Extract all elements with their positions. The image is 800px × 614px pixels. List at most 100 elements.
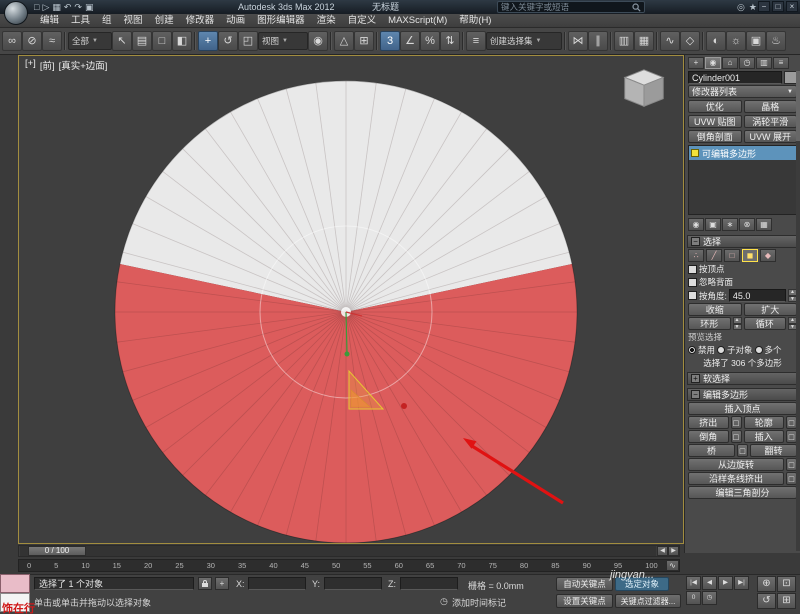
- select-and-scale-icon[interactable]: ◰: [238, 31, 258, 51]
- time-slider[interactable]: 0 / 100 ◀ ▶: [18, 545, 680, 557]
- modifier-set-button-0[interactable]: 优化: [688, 100, 742, 113]
- viewport-canvas[interactable]: [19, 56, 683, 543]
- add-time-tag[interactable]: 添加时间标记: [452, 596, 506, 609]
- open-file-icon[interactable]: ▷: [42, 1, 49, 13]
- current-frame-field[interactable]: 0: [686, 591, 701, 605]
- percent-snap-icon[interactable]: %: [420, 31, 440, 51]
- layer-manager-icon[interactable]: ▥: [614, 31, 634, 51]
- menu-item-10[interactable]: MAXScript(M): [382, 14, 453, 27]
- by-vertex-checkbox[interactable]: [688, 265, 697, 274]
- set-key-button[interactable]: 设置关键点: [556, 594, 613, 608]
- border-mode-icon[interactable]: □: [724, 249, 740, 262]
- select-object-icon[interactable]: ↖: [112, 31, 132, 51]
- time-tag-icon[interactable]: ◷: [440, 596, 448, 607]
- menu-item-3[interactable]: 视图: [118, 14, 149, 27]
- go-to-end-button[interactable]: ▶|: [734, 576, 749, 590]
- modifier-set-button-5[interactable]: UVW 展开: [744, 130, 798, 143]
- track-bar[interactable]: 0510152025303540455055606570758085909510…: [18, 559, 680, 572]
- viewport-menu-plus[interactable]: [+]: [25, 58, 36, 72]
- named-selection-set-dropdown[interactable]: 创建选择集▼: [486, 32, 562, 50]
- edit-poly-0-0-button[interactable]: 挤出: [688, 416, 729, 429]
- select-and-move-icon[interactable]: +: [198, 31, 218, 51]
- tab-display[interactable]: ▥: [756, 57, 772, 69]
- edit-poly-wide-1-button[interactable]: 沿样条线挤出: [688, 472, 784, 485]
- preview-radio-1[interactable]: [717, 346, 725, 354]
- minimize-button[interactable]: −: [758, 1, 770, 12]
- edit-poly-2-1-button[interactable]: 翻转: [750, 444, 797, 457]
- menu-item-2[interactable]: 组: [96, 14, 118, 27]
- auto-key-button[interactable]: 自动关键点: [556, 577, 613, 591]
- maximize-viewport-icon[interactable]: ⊞: [777, 593, 796, 609]
- tab-utilities[interactable]: ≡: [773, 57, 789, 69]
- element-mode-icon[interactable]: ◆: [760, 249, 776, 262]
- bind-to-space-warp-icon[interactable]: ≈: [42, 31, 62, 51]
- mirror-icon[interactable]: ⋈: [568, 31, 588, 51]
- rectangular-selection-region-icon[interactable]: □: [152, 31, 172, 51]
- orbit-icon[interactable]: ↺: [757, 593, 776, 609]
- menu-item-1[interactable]: 工具: [65, 14, 96, 27]
- by-angle-checkbox[interactable]: [688, 291, 697, 300]
- modifier-set-button-4[interactable]: 倒角剖面: [688, 130, 742, 143]
- communication-center-icon[interactable]: ◎: [737, 1, 745, 13]
- rollout-selection[interactable]: −选择: [687, 235, 798, 248]
- keyboard-shortcut-override-icon[interactable]: ⊞: [354, 31, 374, 51]
- redo-icon[interactable]: ↷: [74, 1, 82, 13]
- edit-poly-2-0-settings-icon[interactable]: □: [737, 444, 748, 457]
- mini-curve-editor-icon[interactable]: ∿: [666, 560, 679, 571]
- rollout-edit-polygons[interactable]: −编辑多边形: [687, 388, 798, 401]
- project-folder-icon[interactable]: ▣: [85, 1, 94, 13]
- graphite-ribbon-icon[interactable]: ▦: [634, 31, 654, 51]
- maximize-button[interactable]: □: [772, 1, 784, 12]
- menu-item-4[interactable]: 创建: [149, 14, 180, 27]
- play-button[interactable]: ▶: [718, 576, 733, 590]
- viewcube[interactable]: [619, 64, 669, 114]
- select-and-manipulate-icon[interactable]: △: [334, 31, 354, 51]
- curve-editor-icon[interactable]: ∿: [660, 31, 680, 51]
- time-slider-track[interactable]: 0 / 100: [20, 546, 656, 556]
- menu-item-7[interactable]: 图形编辑器: [251, 14, 311, 27]
- modifier-set-button-2[interactable]: UVW 贴图: [688, 115, 742, 128]
- window-crossing-icon[interactable]: ◧: [172, 31, 192, 51]
- object-name-field[interactable]: Cylinder001: [688, 71, 782, 84]
- go-to-start-button[interactable]: |◀: [686, 576, 701, 590]
- modifier-stack-list[interactable]: 可编辑多边形: [688, 145, 797, 215]
- insert-vertex-button[interactable]: 插入顶点: [688, 402, 797, 415]
- configure-modifier-sets-icon[interactable]: ▦: [756, 218, 772, 231]
- viewport-menu-view[interactable]: [前]: [40, 58, 55, 72]
- selection-lock-icon[interactable]: [198, 577, 212, 590]
- edit-poly-0-0-settings-icon[interactable]: □: [731, 416, 742, 429]
- make-unique-icon[interactable]: ∗: [722, 218, 738, 231]
- by-angle-value[interactable]: 45.0: [729, 289, 786, 302]
- selection-filter-dropdown[interactable]: 全部▼: [68, 32, 112, 50]
- snap-toggle-3d-icon[interactable]: 3: [380, 31, 400, 51]
- modifier-set-button-3[interactable]: 涡轮平滑: [744, 115, 798, 128]
- time-configuration-icon[interactable]: ◷: [702, 591, 717, 605]
- key-filters-button[interactable]: 关键点过滤器...: [615, 594, 681, 608]
- render-production-icon[interactable]: ♨: [766, 31, 786, 51]
- show-end-result-icon[interactable]: ▣: [705, 218, 721, 231]
- search-input[interactable]: 键入关键字或短语: [497, 1, 645, 13]
- favorites-icon[interactable]: ★: [749, 1, 757, 13]
- modifier-set-button-1[interactable]: 晶格: [744, 100, 798, 113]
- absolute-offset-toggle-icon[interactable]: +: [215, 577, 229, 590]
- vertex-mode-icon[interactable]: ∴: [688, 249, 704, 262]
- edit-poly-1-0-settings-icon[interactable]: □: [731, 430, 742, 443]
- stack-item-0[interactable]: 可编辑多边形: [689, 146, 796, 160]
- use-pivot-center-icon[interactable]: ◉: [308, 31, 328, 51]
- spinner-snap-icon[interactable]: ⇅: [440, 31, 460, 51]
- schematic-view-icon[interactable]: ◇: [680, 31, 700, 51]
- polygon-mode-icon[interactable]: ◼: [742, 249, 758, 262]
- y-coord-field[interactable]: [324, 577, 382, 590]
- edit-poly-wide-0-button[interactable]: 从边旋转: [688, 458, 784, 471]
- reference-coordinate-dropdown[interactable]: 视图▼: [258, 32, 308, 50]
- grow-button[interactable]: 扩大: [744, 303, 798, 316]
- viewport-menu-shading[interactable]: [真实+边面]: [59, 58, 108, 72]
- material-editor-icon[interactable]: ◐: [706, 31, 726, 51]
- save-file-icon[interactable]: ▦: [52, 1, 61, 13]
- ignore-backfacing-checkbox[interactable]: [688, 278, 697, 287]
- edit-triangulation-button[interactable]: 编辑三角剖分: [688, 486, 797, 499]
- pin-stack-icon[interactable]: ◉: [688, 218, 704, 231]
- tab-hierarchy[interactable]: ⌂: [722, 57, 738, 69]
- menu-item-5[interactable]: 修改器: [180, 14, 221, 27]
- remove-modifier-icon[interactable]: ⊗: [739, 218, 755, 231]
